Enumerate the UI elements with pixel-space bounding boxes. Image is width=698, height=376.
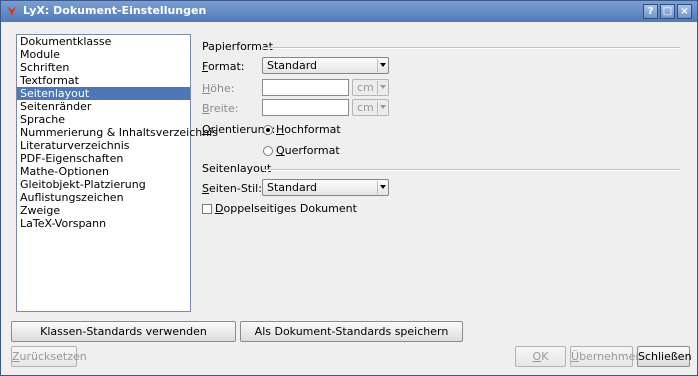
maximize-icon[interactable]: □: [660, 4, 675, 19]
sidebar-item-gleitobjekt-platzierung[interactable]: Gleitobjekt-Platzierung: [17, 178, 190, 191]
sidebar-item-dokumentklasse[interactable]: Dokumentklasse: [17, 35, 190, 48]
window-title: LyX: Dokument-Einstellungen: [23, 4, 207, 17]
sidebar-item-textformat[interactable]: Textformat: [17, 74, 190, 87]
schliessen-button[interactable]: Schließen: [637, 346, 692, 367]
sidebar-item-module[interactable]: Module: [17, 48, 190, 61]
querformat-radio[interactable]: [263, 146, 273, 156]
als-standards-speichern-button[interactable]: Als Dokument-Standards speichern: [240, 321, 463, 342]
seiten-stil-label-rest: eiten-Stil:: [208, 182, 262, 195]
sidebar-item-literaturverzeichnis[interactable]: Literaturverzeichnis: [17, 139, 190, 152]
breite-unit-select[interactable]: cm: [352, 99, 389, 116]
format-label-rest: ormat:: [207, 60, 245, 73]
breite-label-rest: reite:: [209, 102, 239, 115]
seitenlayout-heading: Seitenlayout: [202, 162, 272, 175]
breite-input[interactable]: [262, 99, 349, 116]
papierformat-divider: [263, 47, 680, 49]
chevron-down-icon: [380, 85, 386, 89]
seitenlayout-divider: [263, 169, 680, 171]
ok-button[interactable]: OK: [515, 346, 566, 367]
hochformat-label-rest: ochformat: [284, 123, 341, 136]
title-bar[interactable]: LyX: Dokument-Einstellungen ? □ ×: [1, 1, 697, 22]
seiten-stil-divider: [377, 181, 378, 194]
seiten-stil-label: Seiten-Stil:: [202, 182, 262, 195]
orientierung-label-key: O: [202, 123, 211, 136]
format-select[interactable]: Standard: [262, 57, 389, 74]
sidebar-item-zweige[interactable]: Zweige: [17, 204, 190, 217]
sidebar-item-sprache[interactable]: Sprache: [17, 113, 190, 126]
doppelseitig-label-rest: oppelseitiges Dokument: [223, 202, 357, 215]
zuruecksetzen-key: Z: [12, 350, 20, 363]
close-icon[interactable]: ×: [677, 4, 692, 19]
format-select-divider: [377, 59, 378, 72]
hoehe-unit-divider: [377, 81, 378, 94]
dialog-window: LyX: Dokument-Einstellungen ? □ × Dokume…: [0, 0, 698, 376]
doppelseitig-checkbox[interactable]: [202, 204, 212, 214]
querformat-label-rest: uerformat: [284, 144, 340, 157]
hochformat-radio[interactable]: [263, 125, 273, 135]
sidebar-item-latex-vorspann[interactable]: LaTeX-Vorspann: [17, 217, 190, 230]
sidebar-item-auflistungszeichen[interactable]: Auflistungszeichen: [17, 191, 190, 204]
format-label: Format:: [202, 60, 244, 73]
zuruecksetzen-button[interactable]: Zurücksetzen: [11, 346, 87, 367]
seiten-stil-select[interactable]: Standard: [262, 179, 389, 196]
hoehe-input[interactable]: [262, 79, 349, 96]
hochformat-label[interactable]: Hochformat: [276, 123, 341, 136]
breite-unit-value: cm: [357, 101, 374, 114]
chevron-down-icon: [380, 185, 386, 189]
format-select-value: Standard: [267, 59, 318, 72]
chevron-down-icon: [380, 105, 386, 109]
uebernehmen-button[interactable]: Übernehmen: [570, 346, 642, 367]
breite-label-key: B: [202, 102, 210, 115]
uebernehmen-key: Ü: [571, 350, 580, 363]
sidebar-item-mathe-optionen[interactable]: Mathe-Optionen: [17, 165, 190, 178]
querformat-label[interactable]: Querformat: [276, 144, 340, 157]
ok-key: O: [532, 350, 542, 363]
hoehe-unit-value: cm: [357, 81, 374, 94]
help-icon[interactable]: ?: [643, 4, 658, 19]
sidebar-item-seitenlayout[interactable]: Seitenlayout: [17, 87, 190, 100]
sidebar-item-seitenraender[interactable]: Seitenränder: [17, 100, 190, 113]
doppelseitig-label[interactable]: Doppelseitiges Dokument: [215, 202, 357, 215]
ok-rest: K: [541, 350, 549, 363]
querformat-label-key: Q: [276, 144, 285, 157]
hoehe-unit-select[interactable]: cm: [352, 79, 389, 96]
lyx-app-icon: [7, 6, 16, 16]
uebernehmen-rest: bernehmen: [579, 350, 643, 363]
sidebar-item-pdf-eigenschaften[interactable]: PDF-Eigenschaften: [17, 152, 190, 165]
chevron-down-icon: [380, 63, 386, 67]
sidebar-item-nummerierung[interactable]: Nummerierung & Inhaltsverzeichnis: [17, 126, 218, 139]
breite-label: Breite:: [202, 102, 238, 115]
klassen-standards-button[interactable]: Klassen-Standards verwenden: [11, 321, 236, 342]
hoehe-label-rest: öhe:: [210, 82, 235, 95]
seiten-stil-value: Standard: [267, 181, 318, 194]
breite-unit-divider: [377, 101, 378, 114]
settings-category-list[interactable]: Dokumentklasse Module Schriften Textform…: [16, 34, 218, 312]
hoehe-label: Höhe:: [202, 82, 234, 95]
zuruecksetzen-rest: urücksetzen: [19, 350, 87, 363]
seiten-stil-label-key: S: [202, 182, 209, 195]
sidebar-item-schriften[interactable]: Schriften: [17, 61, 190, 74]
